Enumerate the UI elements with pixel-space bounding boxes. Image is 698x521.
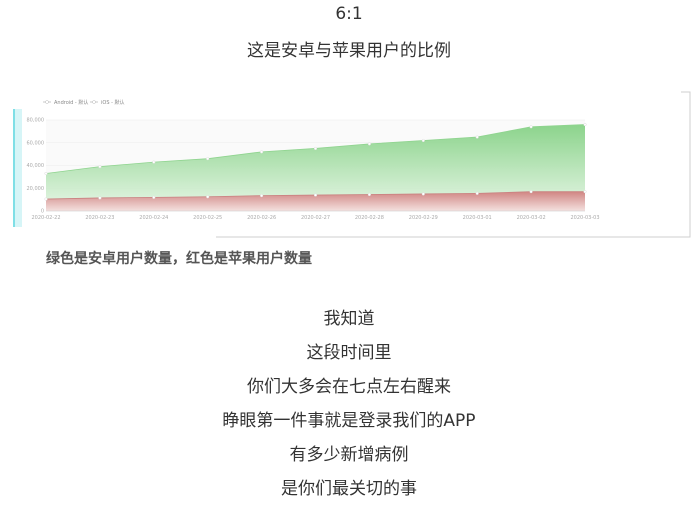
body-line: 有多少新增病例: [289, 445, 409, 465]
legend-marker: [45, 100, 49, 104]
android-area-point: [98, 165, 102, 169]
chart-caption: 绿色是安卓用户数量，红色是苹果用户数量: [46, 251, 312, 267]
android-area-point: [313, 146, 318, 150]
x-tick-label: 2020-02-28: [355, 215, 384, 221]
ios-area-point: [313, 193, 318, 197]
body-line: 你们大多会在七点左右醒来: [247, 377, 451, 397]
x-tick-label: 2020-02-27: [301, 215, 330, 221]
x-tick-label: 2020-02-24: [139, 215, 168, 221]
ios-area-point: [583, 190, 587, 194]
android-area-point: [260, 150, 264, 154]
user-chart: 0 20,000 40,000 60,000 80,000 2020-02-22 2020-…: [13, 91, 691, 242]
x-tick-label: 2020-02-23: [85, 215, 114, 221]
x-tick-label: 2020-03-02: [517, 215, 546, 221]
x-tick-label: 2020-03-01: [463, 215, 492, 221]
ios-area-point: [206, 195, 210, 199]
subtitle-heading: 这是安卓与苹果用户的比例: [247, 41, 451, 61]
x-tick-label: 2020-02-29: [409, 215, 438, 221]
legend-label: Android - 默认: [54, 99, 88, 106]
legend-label: iOS - 默认: [101, 99, 124, 106]
x-tick-label: 2020-02-22: [31, 215, 60, 221]
android-area-point: [367, 142, 371, 146]
y-tick-label: 20,000: [27, 186, 45, 192]
y-tick-label: 0: [41, 209, 44, 215]
body-line: 是你们最关切的事: [281, 479, 417, 499]
x-tick-label: 2020-02-25: [193, 215, 222, 221]
ratio-heading: 6:1: [335, 4, 363, 24]
ios-area-point: [475, 191, 479, 195]
body-line: 我知道: [323, 309, 375, 329]
android-area-point: [583, 123, 587, 127]
android-area-point: [421, 138, 425, 143]
body-line: 睁眼第一件事就是登录我们的APP: [222, 411, 476, 431]
android-area-point: [529, 125, 533, 129]
user-chart-svg: 0 20,000 40,000 60,000 80,000 2020-02-22 2020-…: [13, 91, 691, 238]
ios-area-point: [367, 192, 371, 197]
y-tick-label: 60,000: [27, 140, 45, 146]
android-area-point: [152, 160, 156, 164]
ios-area-point: [98, 196, 102, 200]
android-area-point: [44, 171, 48, 176]
ios-area-point: [529, 190, 533, 194]
ios-area-point: [152, 195, 156, 199]
ios-area-point: [44, 197, 48, 201]
x-tick-label: 2020-03-03: [570, 215, 599, 221]
y-tick-label: 80,000: [27, 118, 45, 124]
legend-marker: [92, 100, 96, 104]
body-line: 这段时间里: [306, 343, 392, 363]
ios-area-point: [260, 194, 264, 198]
android-area-point: [475, 135, 479, 139]
left-accent-line: [13, 109, 15, 227]
y-tick-label: 40,000: [27, 163, 45, 169]
ios-area-point: [421, 192, 425, 196]
android-area-point: [206, 157, 210, 161]
x-tick-label: 2020-02-26: [247, 215, 276, 221]
